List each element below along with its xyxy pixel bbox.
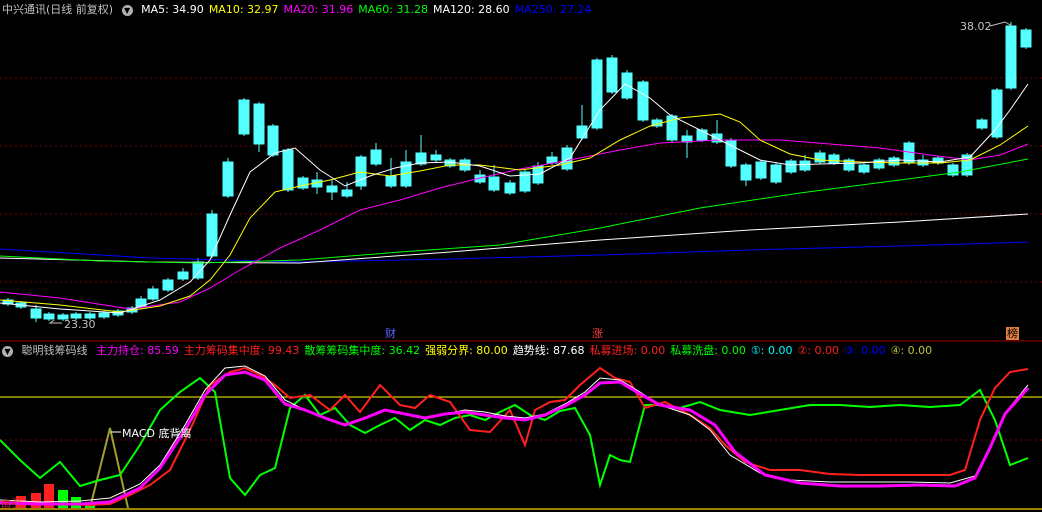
- main-legend: 中兴通讯(日线 前复权) ▼ MA5: 34.90 MA10: 32.97 MA20…: [0, 2, 601, 18]
- ma-legend-item-1: MA10: 32.97: [208, 3, 279, 16]
- ma5-line: [0, 83, 1029, 314]
- candle-body: [98, 312, 110, 318]
- candle-body: [326, 185, 338, 193]
- candle-body: [888, 157, 900, 166]
- indicator-legend-item-7: ①: 0.00: [750, 344, 793, 357]
- ma250-line: [0, 241, 1029, 263]
- candle-body: [162, 279, 174, 291]
- sub-legend: ▼ 聪明钱筹码线 主力持仓: 85.59 主力筹码集中度: 99.43 散筹筹码集中…: [0, 343, 942, 359]
- candle-body: [637, 81, 649, 121]
- ma120-line: [0, 213, 1029, 264]
- candle-body: [488, 176, 500, 191]
- candle-body: [253, 103, 265, 145]
- candlestick-series: [2, 22, 1032, 322]
- indicator-legend-item-3: 强弱分界: 80.00: [425, 344, 508, 357]
- ma10-line: [0, 113, 1029, 313]
- candle-body: [504, 182, 516, 194]
- indicator-legend-items: 主力持仓: 85.59 主力筹码集中度: 99.43 散筹筹码集中度: 36.42 强…: [96, 344, 937, 357]
- candle-body: [147, 288, 159, 300]
- candle-body: [238, 99, 250, 135]
- candle-body: [785, 160, 797, 173]
- candle-body: [858, 164, 870, 173]
- macd-divergence-annotation: MACD 底背离: [122, 427, 192, 440]
- candle-body: [282, 149, 294, 191]
- indicator-legend-item-5: 私募进场: 0.00: [589, 344, 666, 357]
- candle-body: [341, 189, 353, 197]
- ma60-line: [0, 158, 1029, 264]
- ma-legend-item-5: MA250: 27.24: [514, 3, 592, 16]
- high-pointer-icon: [989, 21, 1013, 27]
- signal-bar: [31, 493, 41, 508]
- candle-body: [976, 119, 988, 129]
- indicator-title: 聪明钱筹码线: [21, 344, 88, 357]
- candle-body: [770, 164, 782, 183]
- candle-body: [355, 156, 367, 187]
- indicator-legend-item-8: ②: 0.00: [797, 344, 840, 357]
- indicator-legend-item-2: 散筹筹码集中度: 36.42: [304, 344, 421, 357]
- candle-body: [561, 147, 573, 170]
- candle-body: [1005, 25, 1017, 89]
- candle-body: [799, 160, 811, 171]
- low-price-label: 23.30: [64, 318, 96, 331]
- candle-body: [591, 59, 603, 129]
- ma-legend-item-0: MA5: 34.90: [141, 3, 204, 16]
- dropdown-chevron-icon[interactable]: ▼: [121, 4, 133, 16]
- indicator-legend-item-9: ③: 0.00: [844, 344, 886, 357]
- candle-body: [991, 89, 1003, 138]
- corner-label: 由引: [1, 499, 21, 510]
- moving-average-lines: [0, 83, 1029, 314]
- candle-body: [43, 313, 55, 320]
- indicator-legend-item-6: 私募洗盘: 0.00: [670, 344, 746, 357]
- candle-body: [740, 164, 752, 181]
- indicator-legend-item-10: ④: 0.00: [890, 344, 933, 357]
- ma-legend-item-4: MA120: 28.60: [432, 3, 510, 16]
- ma-legend-item-3: MA60: 31.28: [358, 3, 428, 16]
- candle-body: [1020, 29, 1032, 48]
- candle-body: [206, 213, 218, 257]
- ma-legend-items: MA5: 34.90 MA10: 32.97 MA20: 31.96 MA60: 31…: [141, 3, 596, 16]
- candle-body: [177, 271, 189, 280]
- candle-body: [222, 161, 234, 197]
- limit-up-marker[interactable]: 涨: [592, 327, 603, 340]
- candle-body: [267, 125, 279, 156]
- candle-body: [385, 175, 397, 187]
- candle-body: [370, 149, 382, 165]
- indicator-legend-item-4: 趋势线: 87.68: [512, 344, 585, 357]
- candle-body: [755, 161, 767, 179]
- candle-body: [546, 156, 558, 164]
- indicator-legend-item-0: 主力持仓: 85.59: [96, 344, 179, 357]
- high-price-label: 38.02: [960, 20, 992, 33]
- candle-body: [430, 154, 442, 161]
- dragon-tiger-list-marker[interactable]: 榜: [1006, 327, 1019, 340]
- ma-legend-item-2: MA20: 31.96: [283, 3, 354, 16]
- low-pointer-icon: [48, 319, 62, 324]
- finance-event-marker[interactable]: 财: [385, 327, 396, 340]
- candle-body: [828, 154, 840, 164]
- indicator-legend-item-1: 主力筹码集中度: 99.43: [183, 344, 300, 357]
- candle-body: [576, 125, 588, 139]
- candle-body: [30, 308, 42, 319]
- sub-dropdown-chevron-icon[interactable]: ▼: [2, 345, 13, 357]
- stock-title: 中兴通讯(日线 前复权): [2, 3, 114, 16]
- candle-body: [606, 57, 618, 93]
